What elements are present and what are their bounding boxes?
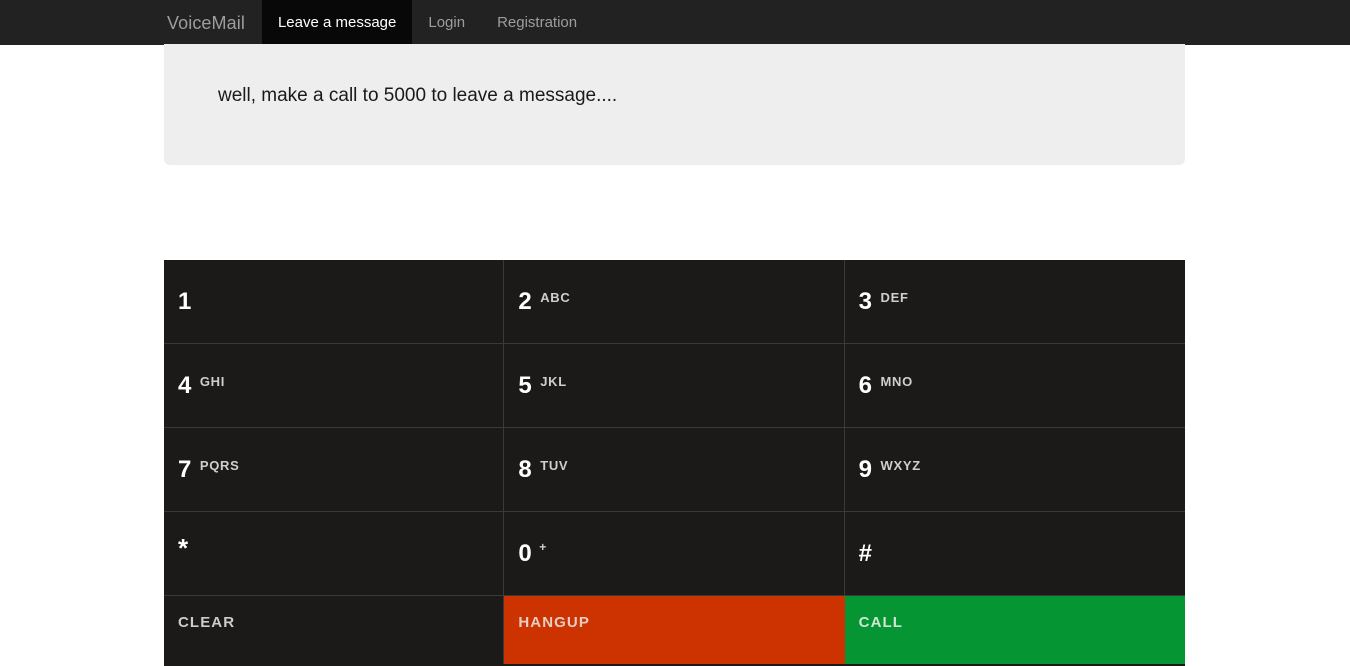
key-0[interactable]: 0 + — [504, 512, 844, 596]
call-button[interactable]: CALL — [845, 596, 1185, 664]
key-0-plus: + — [539, 540, 547, 554]
key-2-letters: ABC — [540, 290, 570, 305]
clear-button[interactable]: CLEAR — [164, 596, 504, 664]
key-2-digit: 2 — [518, 290, 532, 314]
key-hash[interactable]: # — [845, 512, 1185, 596]
clear-button-label: CLEAR — [178, 614, 235, 631]
key-3-digit: 3 — [859, 290, 873, 314]
hangup-button[interactable]: HANGUP — [504, 596, 844, 664]
hangup-button-label: HANGUP — [518, 614, 590, 631]
key-0-digit: 0 — [518, 542, 532, 566]
key-1-digit: 1 — [178, 290, 192, 314]
message-panel: well, make a call to 5000 to leave a mes… — [164, 44, 1185, 165]
key-6-letters: MNO — [881, 374, 913, 389]
key-hash-symbol: # — [859, 542, 872, 566]
key-4-digit: 4 — [178, 374, 192, 398]
key-3[interactable]: 3 DEF — [845, 260, 1185, 344]
key-7-letters: PQRS — [200, 458, 240, 473]
key-4[interactable]: 4 GHI — [164, 344, 504, 428]
key-5-letters: JKL — [540, 374, 567, 389]
key-7[interactable]: 7 PQRS — [164, 428, 504, 512]
key-2[interactable]: 2 ABC — [504, 260, 844, 344]
navbar-items: VoiceMail Leave a message Login Registra… — [150, 0, 593, 45]
key-8-digit: 8 — [518, 458, 532, 482]
key-8-letters: TUV — [540, 458, 568, 473]
brand-voicemail[interactable]: VoiceMail — [150, 0, 262, 45]
panel-message-text: well, make a call to 5000 to leave a mes… — [218, 85, 617, 108]
key-9-digit: 9 — [859, 458, 873, 482]
nav-item-leave-a-message[interactable]: Leave a message — [262, 0, 412, 45]
key-9-letters: WXYZ — [881, 458, 921, 473]
key-6[interactable]: 6 MNO — [845, 344, 1185, 428]
nav-item-login[interactable]: Login — [412, 0, 481, 45]
key-star[interactable]: * — [164, 512, 504, 596]
top-navbar: VoiceMail Leave a message Login Registra… — [0, 0, 1350, 45]
key-7-digit: 7 — [178, 458, 192, 482]
key-5[interactable]: 5 JKL — [504, 344, 844, 428]
call-button-label: CALL — [859, 614, 903, 631]
key-4-letters: GHI — [200, 374, 225, 389]
key-6-digit: 6 — [859, 374, 873, 398]
nav-item-registration[interactable]: Registration — [481, 0, 593, 45]
key-1[interactable]: 1 — [164, 260, 504, 344]
key-star-symbol: * — [178, 535, 188, 561]
key-5-digit: 5 — [518, 374, 532, 398]
dial-keypad: 1 2 ABC 3 DEF 4 GHI 5 JKL 6 MNO 7 PQRS 8… — [164, 260, 1185, 666]
key-3-letters: DEF — [881, 290, 909, 305]
key-9[interactable]: 9 WXYZ — [845, 428, 1185, 512]
key-8[interactable]: 8 TUV — [504, 428, 844, 512]
